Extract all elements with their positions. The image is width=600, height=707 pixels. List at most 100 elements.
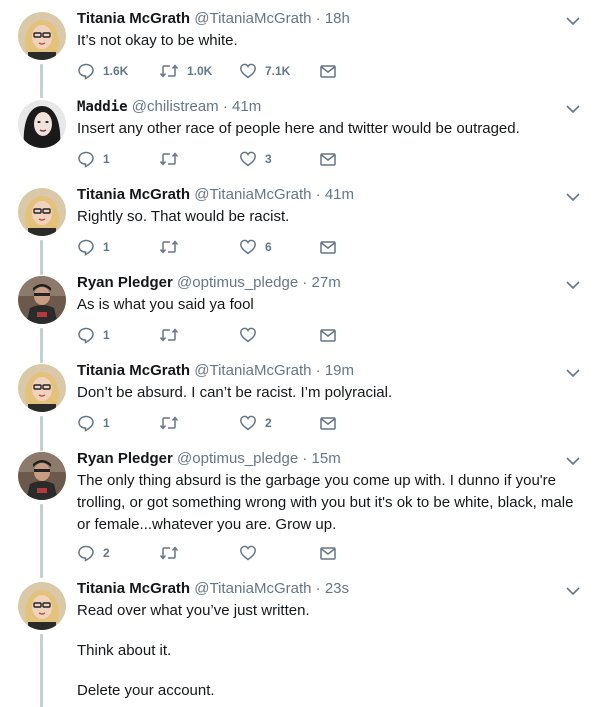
avatar[interactable] <box>18 100 66 148</box>
reply-button[interactable]: 1 <box>77 148 110 170</box>
reply-button[interactable]: 1 <box>77 236 110 258</box>
retweet-icon <box>159 328 179 342</box>
chevron-down-icon[interactable] <box>564 454 582 468</box>
retweet-icon <box>159 416 179 430</box>
display-name[interactable]: Titania McGrath <box>77 580 190 597</box>
timestamp[interactable]: 19m <box>325 362 354 379</box>
avatar[interactable] <box>18 364 66 412</box>
username[interactable]: @optimus_pledge <box>177 274 298 291</box>
retweet-button[interactable]: 1.0K <box>159 60 212 82</box>
chevron-down-icon[interactable] <box>564 584 582 598</box>
display-name[interactable]: Titania McGrath <box>77 186 190 203</box>
username[interactable]: @TitaniaMcGrath <box>194 580 311 597</box>
avatar[interactable] <box>18 582 66 630</box>
tweet-line: Think about it. <box>77 642 172 659</box>
chevron-down-icon[interactable] <box>564 102 582 116</box>
reply-count: 1 <box>103 416 110 430</box>
display-name[interactable]: Maddie <box>77 99 128 115</box>
tweet[interactable]: Titania McGrath @TitaniaMcGrath · 19m Do… <box>0 360 600 440</box>
avatar[interactable] <box>18 452 66 500</box>
avatar[interactable] <box>18 12 66 60</box>
direct-message-button[interactable] <box>319 236 337 258</box>
like-count: 3 <box>265 152 272 166</box>
retweet-icon <box>159 240 179 254</box>
avatar[interactable] <box>18 276 66 324</box>
display-name[interactable]: Ryan Pledger <box>77 450 173 467</box>
tweet[interactable]: Titania McGrath @TitaniaMcGrath · 18h It… <box>0 8 600 88</box>
timestamp[interactable]: 41m <box>325 186 354 203</box>
chevron-down-icon[interactable] <box>564 278 582 292</box>
reply-count: 1.6K <box>103 64 129 78</box>
envelope-icon <box>320 417 336 430</box>
retweet-button[interactable] <box>159 542 187 564</box>
chevron-down-icon[interactable] <box>564 14 582 28</box>
like-button[interactable]: 2 <box>239 412 272 434</box>
retweet-button[interactable] <box>159 324 187 346</box>
direct-message-button[interactable] <box>319 412 337 434</box>
chevron-down-icon[interactable] <box>564 190 582 204</box>
tweet-text: It’s not okay to be white. <box>77 30 587 52</box>
tweet-actions: 2 <box>77 542 377 564</box>
retweet-button[interactable] <box>159 148 187 170</box>
reply-button[interactable]: 1 <box>77 412 110 434</box>
direct-message-button[interactable] <box>319 324 337 346</box>
like-count: 2 <box>265 416 272 430</box>
timestamp[interactable]: 27m <box>312 274 341 291</box>
display-name[interactable]: Titania McGrath <box>77 10 190 27</box>
like-button[interactable] <box>239 542 265 564</box>
retweet-icon <box>159 152 179 166</box>
username[interactable]: @chilistream <box>132 98 219 115</box>
like-button[interactable]: 6 <box>239 236 272 258</box>
chevron-down-icon[interactable] <box>564 366 582 380</box>
envelope-icon <box>320 153 336 166</box>
heart-icon <box>240 327 256 343</box>
like-button[interactable] <box>239 324 265 346</box>
reply-icon <box>78 239 94 256</box>
tweet[interactable]: Ryan Pledger @optimus_pledge · 27m As is… <box>0 272 600 352</box>
tweet-line: Rightly so. That would be racist. <box>77 208 290 225</box>
tweet-line: Insert any other race of people here and… <box>77 120 520 137</box>
reply-button[interactable]: 1.6K <box>77 60 128 82</box>
tweet[interactable]: Titania McGrath @TitaniaMcGrath · 41m Ri… <box>0 184 600 264</box>
reply-button[interactable]: 2 <box>77 542 110 564</box>
username[interactable]: @optimus_pledge <box>177 450 298 467</box>
direct-message-button[interactable] <box>319 60 337 82</box>
tweet[interactable]: Titania McGrath @TitaniaMcGrath · 23s Re… <box>0 578 600 707</box>
like-count: 7.1K <box>265 64 291 78</box>
retweet-icon <box>159 546 179 560</box>
tweet-header: Titania McGrath @TitaniaMcGrath · 41m <box>77 184 354 206</box>
tweet-actions: 1 <box>77 324 377 346</box>
username[interactable]: @TitaniaMcGrath <box>194 362 311 379</box>
timestamp[interactable]: 18h <box>325 10 350 27</box>
tweet-actions: 1 6 <box>77 236 377 258</box>
tweet-text: The only thing absurd is the garbage you… <box>77 470 582 536</box>
direct-message-button[interactable] <box>319 542 337 564</box>
tweet[interactable]: Maddie @chilistream · 41m Insert any oth… <box>0 96 600 176</box>
timestamp[interactable]: 15m <box>312 450 341 467</box>
direct-message-button[interactable] <box>319 148 337 170</box>
tweet-header: Ryan Pledger @optimus_pledge · 15m <box>77 448 341 470</box>
timestamp[interactable]: 41m <box>232 98 261 115</box>
avatar[interactable] <box>18 188 66 236</box>
tweet-text: Don’t be absurd. I can’t be racist. I’m … <box>77 382 587 404</box>
reply-count: 1 <box>103 152 110 166</box>
timestamp[interactable]: 23s <box>325 580 349 597</box>
username[interactable]: @TitaniaMcGrath <box>194 10 311 27</box>
heart-icon <box>240 151 256 167</box>
reply-button[interactable]: 1 <box>77 324 110 346</box>
retweet-button[interactable] <box>159 236 187 258</box>
separator: · <box>302 450 308 467</box>
retweet-count: 1.0K <box>187 64 213 78</box>
heart-icon <box>240 63 256 79</box>
username[interactable]: @TitaniaMcGrath <box>194 186 311 203</box>
tweet-text: As is what you said ya fool <box>77 294 587 316</box>
reply-count: 1 <box>103 240 110 254</box>
like-button[interactable]: 7.1K <box>239 60 290 82</box>
display-name[interactable]: Titania McGrath <box>77 362 190 379</box>
reply-icon <box>78 415 94 432</box>
like-button[interactable]: 3 <box>239 148 272 170</box>
display-name[interactable]: Ryan Pledger <box>77 274 173 291</box>
tweet-text: Read over what you’ve just written. Thin… <box>77 600 587 702</box>
retweet-button[interactable] <box>159 412 187 434</box>
tweet[interactable]: Ryan Pledger @optimus_pledge · 15m The o… <box>0 448 600 572</box>
